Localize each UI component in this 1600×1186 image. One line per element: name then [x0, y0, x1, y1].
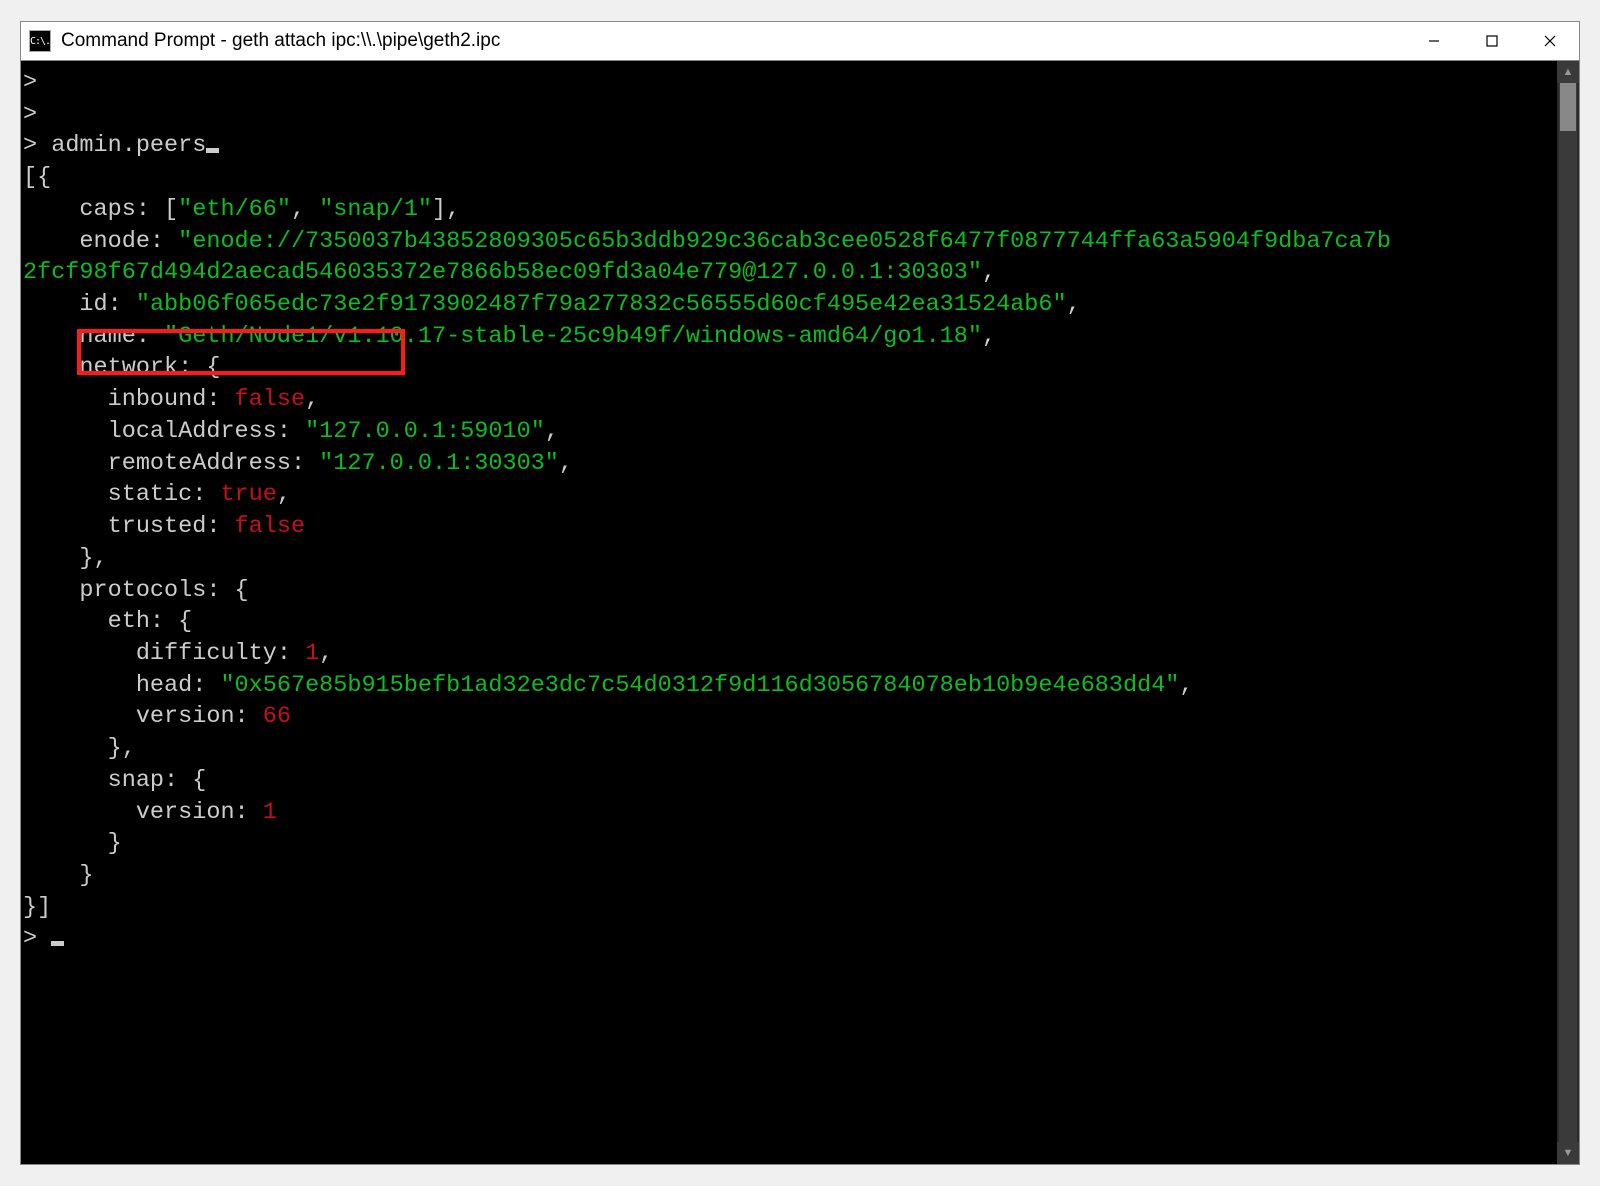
window-controls [1405, 22, 1579, 60]
caps-sep: , [291, 196, 319, 223]
terminal[interactable]: > > > admin.peers [{ caps: ["eth/66", "s… [21, 61, 1557, 1164]
scrollbar-thumb[interactable] [1560, 83, 1576, 131]
close-brace: } [79, 862, 93, 889]
comma: , [122, 735, 136, 762]
localaddr-val: "127.0.0.1:59010" [305, 418, 545, 445]
cursor-icon [51, 941, 64, 946]
static-val: true [220, 481, 276, 508]
localaddr-key: localAddress: [108, 418, 305, 445]
difficulty-val: 1 [305, 640, 319, 667]
cursor-icon [206, 148, 219, 153]
comma: , [545, 418, 559, 445]
prompt-line: > [23, 69, 37, 96]
trusted-key: trusted: [108, 513, 235, 540]
comma: , [982, 259, 996, 286]
prompt-line: > [23, 132, 37, 159]
caps-bracket: [ [164, 196, 178, 223]
close-brace: } [108, 735, 122, 762]
close-brace: } [79, 545, 93, 572]
comma: , [305, 386, 319, 413]
version-key: version: [136, 799, 263, 826]
comma: , [94, 545, 108, 572]
terminal-wrap: > > > admin.peers [{ caps: ["eth/66", "s… [21, 60, 1579, 1164]
scroll-down-icon[interactable]: ▼ [1557, 1142, 1579, 1164]
comma: , [446, 196, 460, 223]
caps-val1: "eth/66" [178, 196, 291, 223]
comma: , [1067, 291, 1081, 318]
prompt-line: > [23, 925, 37, 952]
head-key: head: [136, 672, 221, 699]
id-key: id: [79, 291, 135, 318]
scrollbar-track[interactable] [1559, 81, 1577, 1144]
eth-version-val: 66 [263, 703, 291, 730]
snap-version-val: 1 [263, 799, 277, 826]
caps-key: caps: [79, 196, 164, 223]
window-title: Command Prompt - geth attach ipc:\\.\pip… [61, 30, 1405, 52]
command-prompt-window: C:\. Command Prompt - geth attach ipc:\\… [20, 21, 1580, 1165]
prompt-line: > [23, 101, 37, 128]
comma: , [1179, 672, 1193, 699]
trusted-val: false [235, 513, 306, 540]
name-val: "Geth/Node1/v1.10.17-stable-25c9b49f/win… [164, 323, 982, 350]
remoteaddr-val: "127.0.0.1:30303" [319, 450, 559, 477]
id-val: "abb06f065edc73e2f9173902487f79a277832c5… [136, 291, 1067, 318]
inbound-key: inbound: [108, 386, 235, 413]
app-icon: C:\. [29, 30, 51, 52]
maximize-button[interactable] [1463, 22, 1521, 60]
snap-key: snap: { [108, 767, 207, 794]
comma: , [559, 450, 573, 477]
caps-val2: "snap/1" [319, 196, 432, 223]
close-brace: } [108, 830, 122, 857]
window-titlebar: C:\. Command Prompt - geth attach ipc:\\… [21, 22, 1579, 60]
protocols-key: protocols: { [79, 577, 248, 604]
close-array: }] [23, 894, 51, 921]
network-key: network: { [79, 354, 220, 381]
scroll-up-icon[interactable]: ▲ [1557, 61, 1579, 83]
caps-close: ] [432, 196, 446, 223]
close-button[interactable] [1521, 22, 1579, 60]
head-val: "0x567e85b915befb1ad32e3dc7c54d0312f9d11… [220, 672, 1179, 699]
output-bracket: [{ [23, 164, 51, 191]
comma: , [277, 481, 291, 508]
static-key: static: [108, 481, 221, 508]
comma: , [982, 323, 996, 350]
version-key: version: [136, 703, 263, 730]
remoteaddr-key: remoteAddress: [108, 450, 320, 477]
enode-key: enode: [79, 228, 178, 255]
command-text: admin.peers [51, 132, 206, 159]
enode-val: "enode://7350037b43852809305c65b3ddb929c… [23, 228, 1391, 287]
name-key: name: [79, 323, 164, 350]
difficulty-key: difficulty: [136, 640, 305, 667]
scrollbar[interactable]: ▲ ▼ [1557, 61, 1579, 1164]
minimize-button[interactable] [1405, 22, 1463, 60]
eth-key: eth: { [108, 608, 193, 635]
inbound-val: false [235, 386, 306, 413]
comma: , [319, 640, 333, 667]
